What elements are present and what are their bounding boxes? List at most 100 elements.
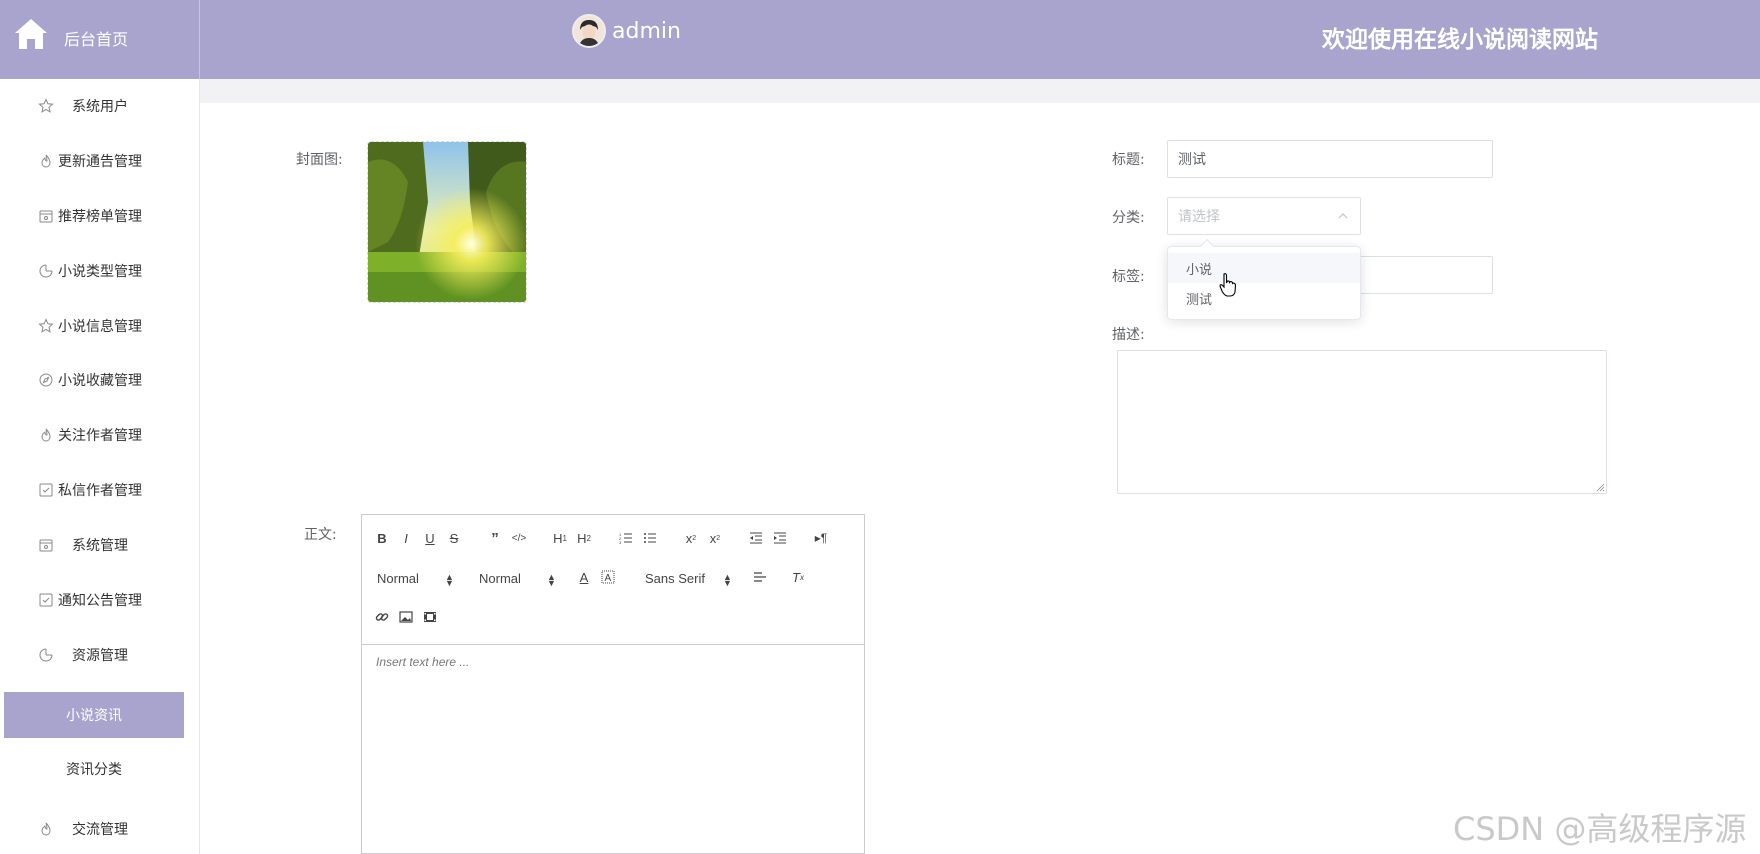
font-picker[interactable]: Sans Serif ▲ ▼ [645,571,735,588]
picker-arrows-icon: ▼ [445,578,454,588]
background-color-icon[interactable]: A [598,567,618,587]
sidebar-item-label: 小说信息管理 [58,319,142,335]
sidebar-item-novel-types[interactable]: 小说类型管理 [0,248,200,294]
sidebar-item-label: 小说类型管理 [58,264,142,280]
clear-format-icon[interactable]: Tx [788,567,808,587]
sidebar-item-label: 系统管理 [72,538,128,554]
svg-text:A: A [605,573,612,584]
sidebar-item-label: 系统用户 [72,99,128,115]
sidebar-item-system-users[interactable]: 系统用户 [0,83,200,129]
sidebar-item-resources[interactable]: 资源管理 [0,632,200,678]
video-icon[interactable] [420,607,440,627]
watermark: CSDN @高级程序源 [1453,810,1747,848]
sidebar-item-label: 资源管理 [72,648,128,664]
header-1-icon[interactable]: H1 [550,528,570,548]
bullet-list-icon[interactable] [640,528,660,548]
pie-icon [39,648,53,662]
top-header: 后台首页 admin 欢迎使用在线小说阅读网站 [0,0,1760,79]
star-icon [38,318,54,333]
cover-label: 封面图: [296,152,343,168]
picker-arrows-icon: ▼ [547,578,556,588]
sidebar-subitem-news-category[interactable]: 资讯分类 [4,746,184,792]
header-picker-label: Normal [377,571,419,586]
body-label: 正文: [304,527,337,543]
hand-cursor-icon [1219,273,1237,297]
checkbox-icon [39,483,53,497]
welcome-title: 欢迎使用在线小说阅读网站 [1322,27,1598,53]
sidebar-item-novel-favorites[interactable]: 小说收藏管理 [0,357,200,403]
username: admin [612,18,681,44]
sidebar-item-update-notices[interactable]: 更新通告管理 [0,138,200,184]
calendar-icon [39,210,53,223]
text-direction-icon[interactable]: ▸¶ [811,528,831,548]
header-picker[interactable]: Normal ▲ ▼ [377,571,457,588]
flame-icon [41,822,51,836]
underline-icon[interactable]: U [420,528,440,548]
sidebar-item-system-management[interactable]: 系统管理 [0,522,200,568]
title-input-value: 测试 [1178,152,1206,168]
tags-label: 标签: [1112,269,1145,285]
subscript-icon[interactable]: x2 [681,528,701,548]
sidebar-item-novel-info[interactable]: 小说信息管理 [0,303,200,349]
home-label: 后台首页 [64,30,129,49]
code-block-icon[interactable]: </> [509,528,529,548]
sidebar-item-message-authors[interactable]: 私信作者管理 [0,467,200,513]
bold-icon[interactable]: B [372,528,392,548]
sidebar-item-label: 小说收藏管理 [58,373,142,389]
description-textarea[interactable] [1117,350,1607,494]
sidebar-item-label: 推荐榜单管理 [58,209,142,225]
sidebar-item-label: 交流管理 [72,822,128,838]
sidebar-item-label: 关注作者管理 [58,428,142,444]
italic-icon[interactable]: I [396,528,416,548]
sidebar-item-announcements[interactable]: 通知公告管理 [0,577,200,623]
link-icon[interactable] [372,607,392,627]
title-input[interactable]: 测试 [1167,140,1493,178]
svg-text:3: 3 [619,540,622,544]
outdent-icon[interactable] [746,528,766,548]
home-icon [15,19,47,49]
header-2-icon[interactable]: H2 [574,528,594,548]
superscript-icon[interactable]: x2 [705,528,725,548]
flame-icon [41,428,51,442]
sidebar-item-label: 通知公告管理 [58,593,142,609]
image-icon[interactable] [396,607,416,627]
font-picker-label: Sans Serif [645,571,705,586]
category-select[interactable]: 请选择 [1167,197,1361,235]
cover-image-upload[interactable] [367,141,527,303]
pie-icon [39,264,53,278]
category-option[interactable]: 小说 [1168,253,1360,283]
category-dropdown: 小说 测试 [1167,238,1361,320]
content-top-bar [200,79,1760,103]
chevron-up-icon [1338,213,1348,219]
editor-toolbar: B I U S ” </> H1 H2 123 x2 x2 ▸¶ Normal … [362,515,864,645]
title-label: 标题: [1112,152,1145,168]
category-option[interactable]: 测试 [1168,283,1360,313]
sidebar-item-label: 私信作者管理 [58,483,142,499]
strikethrough-icon[interactable]: S [444,528,464,548]
user-menu[interactable]: admin [572,14,681,48]
rich-text-editor: B I U S ” </> H1 H2 123 x2 x2 ▸¶ Normal … [361,514,865,854]
sidebar-subitem-novel-news[interactable]: 小说资讯 [4,692,184,738]
sidebar: 系统用户 更新通告管理 推荐榜单管理 小说类型管理 小说信息管理 小说收藏管理 … [0,79,200,854]
size-picker[interactable]: Normal ▲ ▼ [479,571,559,588]
ordered-list-icon[interactable]: 123 [616,528,636,548]
sidebar-item-label: 更新通告管理 [58,154,142,170]
editor-placeholder: Insert text here ... [376,655,470,669]
font-color-icon[interactable]: A [574,567,594,587]
picker-arrows-icon: ▼ [723,578,732,588]
sidebar-item-recommend-list[interactable]: 推荐榜单管理 [0,193,200,239]
category-placeholder: 请选择 [1178,209,1220,225]
align-icon[interactable] [750,567,770,587]
category-label: 分类: [1112,210,1145,226]
size-picker-label: Normal [479,571,521,586]
indent-icon[interactable] [770,528,790,548]
cover-image [368,142,526,302]
sidebar-item-follow-authors[interactable]: 关注作者管理 [0,412,200,458]
calendar-icon [39,539,53,552]
blockquote-icon[interactable]: ” [485,528,505,548]
sidebar-item-exchange[interactable]: 交流管理 [0,806,200,852]
star-icon [38,98,54,113]
resize-handle-icon[interactable] [1595,482,1605,492]
checkbox-icon [39,593,53,607]
home-link[interactable]: 后台首页 [0,0,200,79]
